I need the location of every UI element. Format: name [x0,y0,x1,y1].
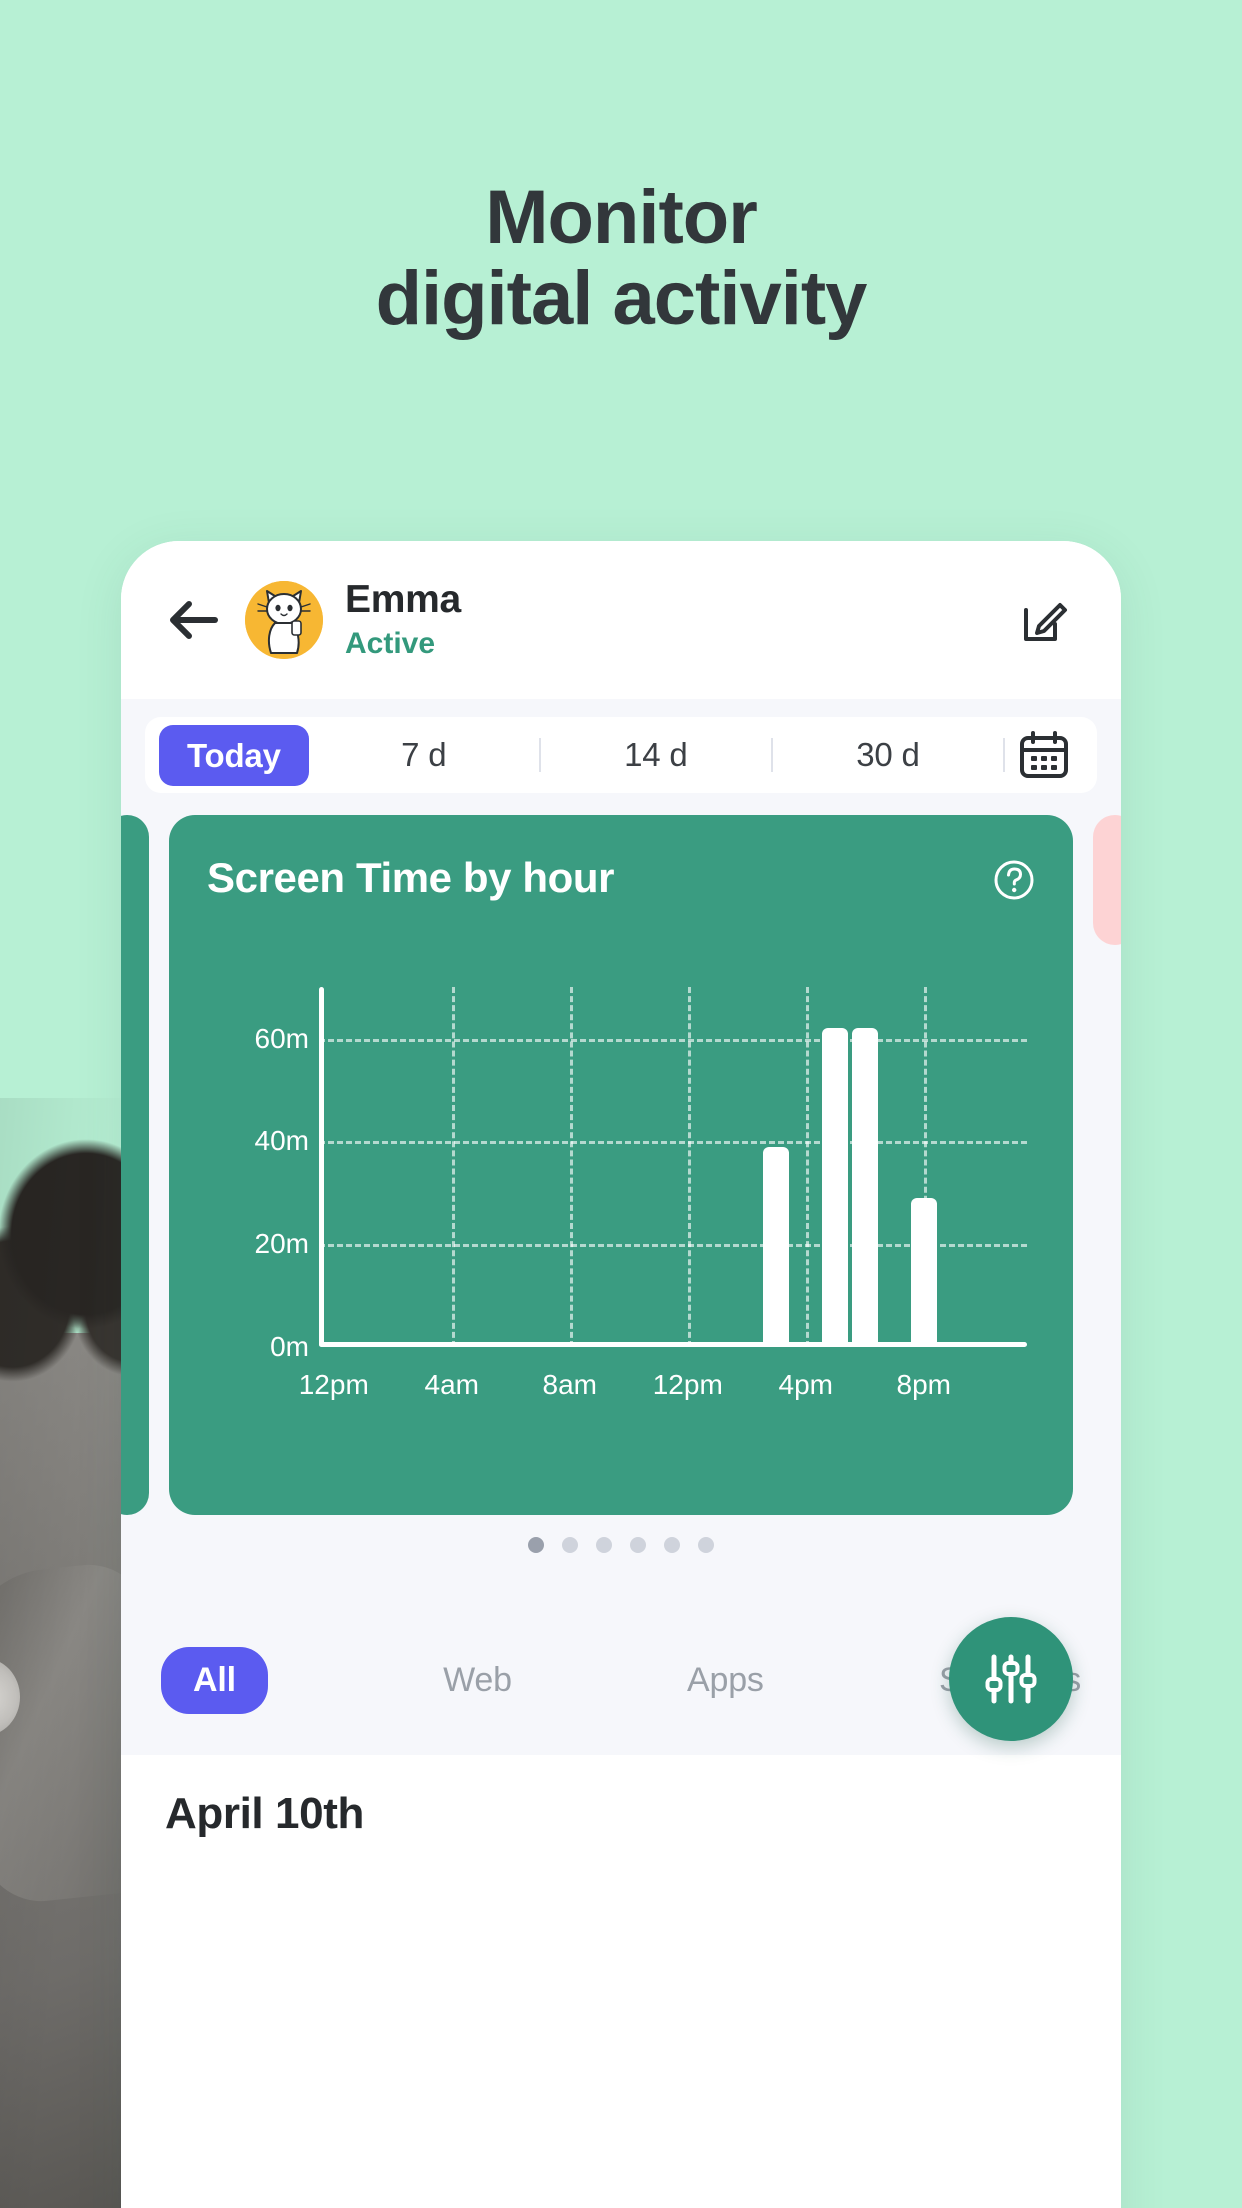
chart-bar [763,1146,790,1348]
chart-bar [910,1198,937,1348]
activity-list: April 10th [121,1755,1121,1839]
pager-dot[interactable] [698,1537,714,1553]
chart-plot-area [319,987,1027,1348]
pager-dot[interactable] [664,1537,680,1553]
chart-y-tick-label: 40m [254,1125,309,1157]
chart-x-tick-label: 4pm [778,1369,833,1401]
user-identity: Emma Active [345,578,1017,662]
content-filter-tabs: All Web Apps Searches [121,1605,1121,1755]
chart-title: Screen Time by hour [207,854,615,901]
phone-mockup: Emma Active Today 7 d 14 d 30 d Screen T… [121,541,1121,2208]
range-option-today[interactable]: Today [159,724,309,786]
arrow-left-icon[interactable] [165,592,221,648]
carousel-card-peek-right[interactable] [1093,815,1121,945]
chart-y-tick-label: 20m [254,1228,309,1260]
avatar[interactable] [245,581,323,659]
pager-dot[interactable] [562,1537,578,1553]
tab-all[interactable]: All [161,1646,268,1714]
range-option-7d[interactable]: 7 d [309,736,539,774]
chart-x-axis-line [319,1342,1027,1348]
carousel-card-peek-left[interactable] [121,815,149,1515]
chart-gridline-vertical [805,987,809,1348]
carousel-pager [121,1537,1121,1553]
user-name: Emma [345,578,461,622]
calendar-icon[interactable] [1005,730,1083,780]
chart-gridline-horizontal [319,1141,1027,1145]
tab-apps[interactable]: Apps [687,1661,764,1700]
pager-dot[interactable] [528,1537,544,1553]
pager-dot[interactable] [630,1537,646,1553]
sliders-filter-icon[interactable] [949,1617,1073,1741]
chart-carousel: Screen Time by hour 0m 20m 40m 60m 12pm 4am 8… [121,815,1121,1605]
chart-gridline-horizontal [319,1038,1027,1042]
range-option-14d[interactable]: 14 d [541,736,771,774]
chart-plot: 0m 20m 40m 60m 12pm 4am 8am 12pm 4pm 8pm [207,987,1035,1407]
chart-gridline-vertical [569,987,573,1348]
chart-y-axis-labels: 0m 20m 40m 60m [207,987,319,1363]
chart-gridline-vertical [687,987,691,1348]
pager-dot[interactable] [596,1537,612,1553]
range-selector: Today 7 d 14 d 30 d [145,717,1097,793]
range-selector-strip: Today 7 d 14 d 30 d [121,699,1121,815]
chart-bar [851,1028,878,1348]
promo-headline-line-2: digital activity [375,255,868,341]
question-circle-icon[interactable] [993,859,1035,901]
chart-x-tick-label: 4am [424,1369,479,1401]
chart-gridline-vertical [451,987,455,1348]
screen-time-chart-card: Screen Time by hour 0m 20m 40m 60m 12pm 4am 8… [169,815,1073,1515]
promo-headline-line-1: Monitor [485,175,758,260]
chart-x-tick-label: 8am [542,1369,597,1401]
range-option-30d[interactable]: 30 d [773,736,1003,774]
tab-web[interactable]: Web [443,1661,512,1700]
app-bar: Emma Active [121,541,1121,699]
chart-y-tick-label: 60m [254,1022,309,1054]
promo-headline: Monitor digital activity [0,175,1242,341]
chart-x-tick-label: 12pm [298,1369,369,1401]
chart-x-tick-label: 12pm [652,1369,723,1401]
chart-x-tick-label: 8pm [896,1369,951,1401]
status-badge: Active [345,626,436,660]
chart-y-tick-label: 0m [270,1331,309,1363]
chart-card-header: Screen Time by hour [207,854,1035,901]
list-date-header: April 10th [165,1789,364,1838]
edit-pencil-icon[interactable] [1017,593,1071,647]
chart-y-axis-line [319,987,324,1348]
chart-bar [822,1028,849,1348]
